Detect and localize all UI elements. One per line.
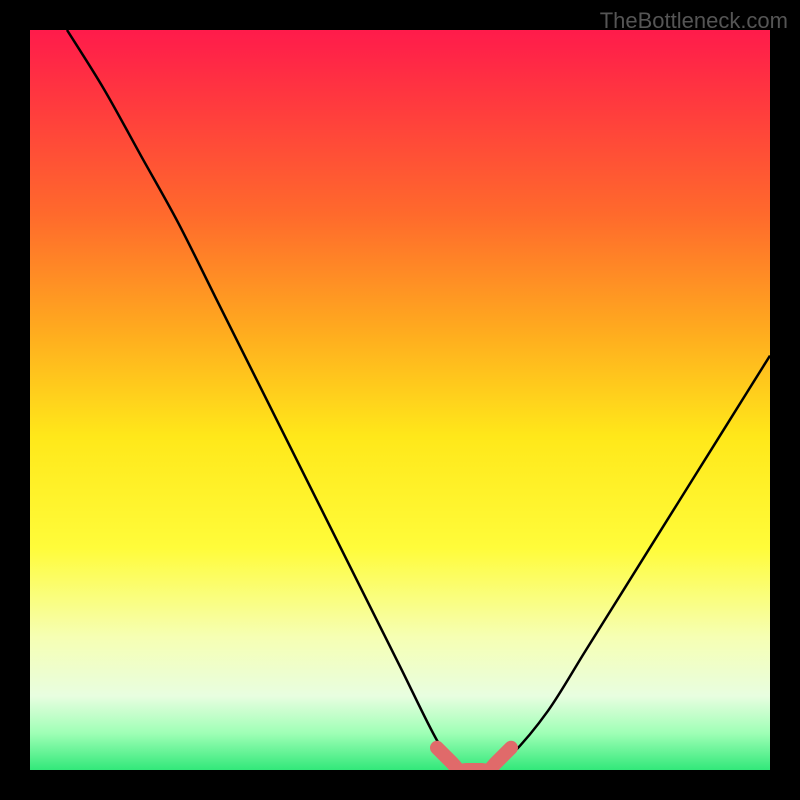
optimal-band-line (437, 748, 511, 770)
bottleneck-curve-line (67, 30, 770, 770)
watermark-text: TheBottleneck.com (600, 8, 788, 34)
chart-svg (30, 30, 770, 770)
chart-plot-area (30, 30, 770, 770)
